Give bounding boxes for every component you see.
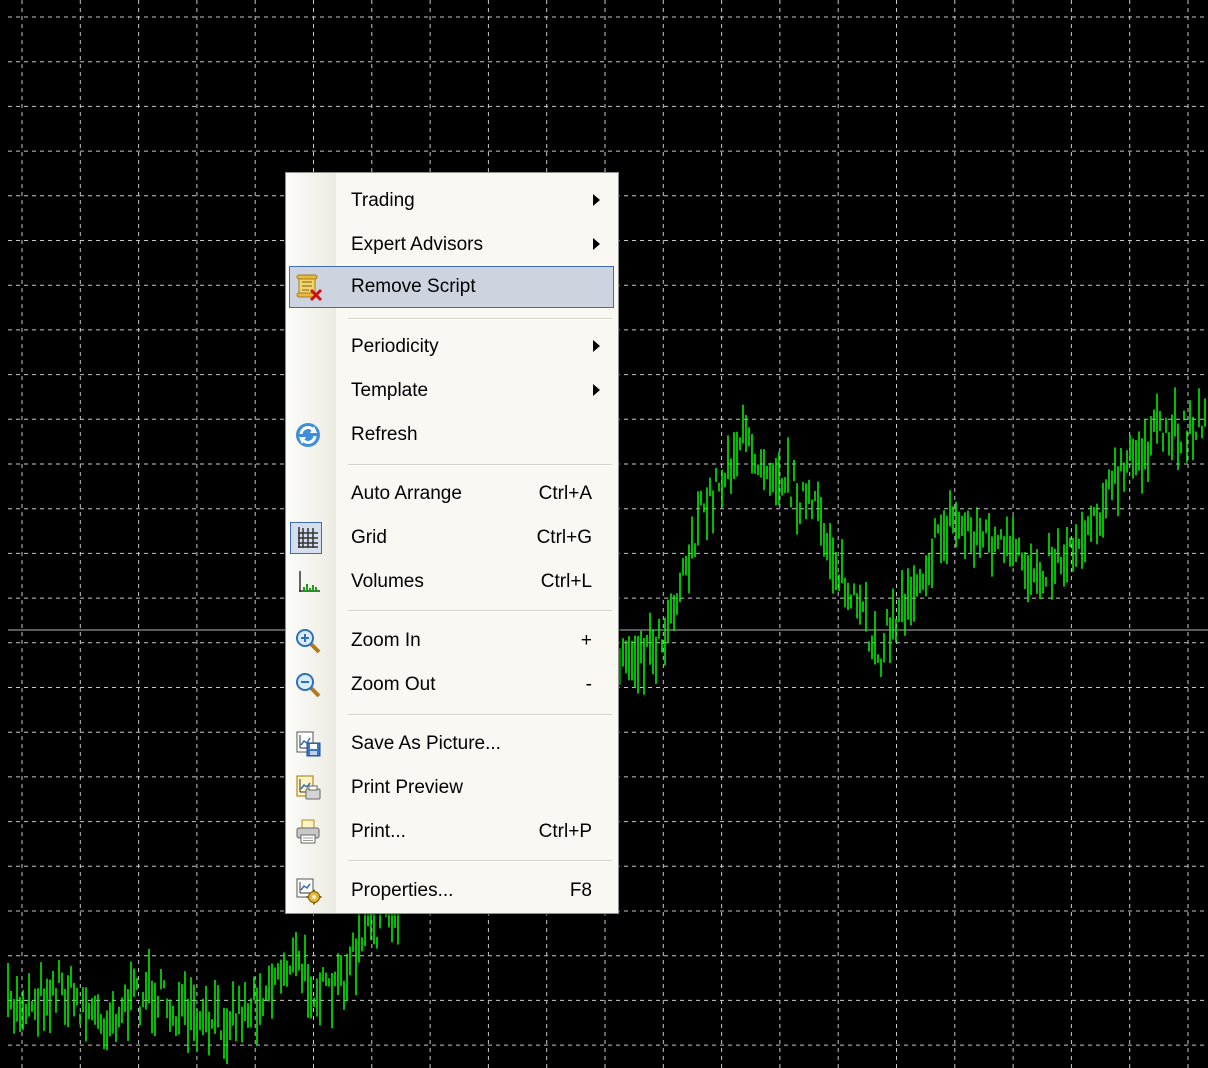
menu-item-label: Expert Advisors <box>351 234 483 255</box>
menu-item-label: Periodicity <box>351 336 439 357</box>
menu-item-label: Template <box>351 380 429 401</box>
properties-icon <box>293 876 323 906</box>
menu-separator <box>348 714 612 716</box>
menu-item-grid[interactable]: Grid Ctrl+G <box>286 517 618 559</box>
menu-item-template[interactable]: Template <box>286 370 618 412</box>
submenu-arrow-icon <box>593 340 600 352</box>
menu-item-label: Zoom In <box>351 630 421 651</box>
menu-item-print-preview[interactable]: Print Preview <box>286 767 618 809</box>
menu-item-shortcut: Ctrl+P <box>538 821 592 842</box>
menu-item-shortcut: Ctrl+A <box>538 483 592 504</box>
menu-item-shortcut: Ctrl+L <box>540 571 592 592</box>
menu-item-shortcut: - <box>585 674 592 695</box>
menu-item-auto-arrange[interactable]: Auto Arrange Ctrl+A <box>286 473 618 515</box>
grid-icon <box>293 523 323 553</box>
menu-item-label: Save As Picture... <box>351 733 501 754</box>
menu-separator <box>348 610 612 612</box>
menu-item-periodicity[interactable]: Periodicity <box>286 326 618 368</box>
print-preview-icon <box>293 773 323 803</box>
menu-item-remove-script[interactable]: Remove Script <box>289 266 614 308</box>
menu-item-trading[interactable]: Trading <box>286 180 618 222</box>
chart-context-menu: Trading Expert Advisors Remove Script Pe… <box>285 172 619 914</box>
menu-item-volumes[interactable]: Volumes Ctrl+L <box>286 561 618 603</box>
menu-separator <box>348 464 612 466</box>
menu-item-label: Trading <box>351 190 415 211</box>
menu-item-shortcut: + <box>580 630 592 651</box>
save-picture-icon <box>293 729 323 759</box>
menu-item-label: Volumes <box>351 571 424 592</box>
volumes-icon <box>293 567 323 597</box>
refresh-icon <box>293 420 323 450</box>
menu-item-zoom-in[interactable]: Zoom In + <box>286 620 618 662</box>
submenu-arrow-icon <box>593 194 600 206</box>
menu-item-label: Print Preview <box>351 777 463 798</box>
menu-item-save-as-picture[interactable]: Save As Picture... <box>286 723 618 765</box>
menu-item-expert-advisors[interactable]: Expert Advisors <box>286 224 618 266</box>
menu-item-label: Print... <box>351 821 406 842</box>
menu-item-shortcut: Ctrl+G <box>536 527 592 548</box>
menu-item-print[interactable]: Print... Ctrl+P <box>286 811 618 853</box>
zoom-in-icon <box>293 626 323 656</box>
submenu-arrow-icon <box>593 238 600 250</box>
menu-item-label: Grid <box>351 527 387 548</box>
printer-icon <box>293 817 323 847</box>
zoom-out-icon <box>293 670 323 700</box>
menu-item-label: Auto Arrange <box>351 483 462 504</box>
menu-item-label: Zoom Out <box>351 674 436 695</box>
submenu-arrow-icon <box>593 384 600 396</box>
menu-item-properties[interactable]: Properties... F8 <box>286 870 618 912</box>
menu-separator <box>348 318 612 320</box>
menu-item-shortcut: F8 <box>569 880 592 901</box>
menu-separator <box>348 860 612 862</box>
menu-item-refresh[interactable]: Refresh <box>286 414 618 456</box>
remove-script-icon <box>294 272 324 302</box>
menu-item-zoom-out[interactable]: Zoom Out - <box>286 664 618 706</box>
menu-item-label: Properties... <box>351 880 454 901</box>
menu-item-label: Refresh <box>351 424 418 445</box>
menu-item-label: Remove Script <box>351 276 476 297</box>
